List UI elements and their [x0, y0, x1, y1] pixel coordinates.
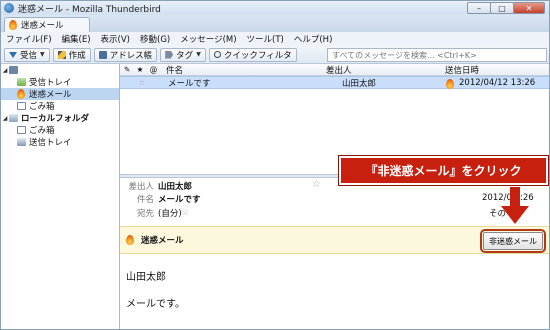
folder-label: 迷惑メール	[29, 90, 72, 100]
folder-local[interactable]: ◢ ローカルフォルダ	[1, 112, 119, 124]
folder-inbox[interactable]: 受信トレイ	[1, 76, 119, 88]
menu-go[interactable]: 移動(G)	[140, 33, 170, 45]
star-icon[interactable]: ☆	[182, 208, 190, 218]
folder-label: ごみ箱	[29, 126, 55, 136]
to-value[interactable]: (自分)	[158, 207, 182, 219]
folder-account[interactable]: ◢	[1, 64, 119, 76]
filter-search-icon	[213, 51, 221, 58]
maximize-button[interactable]: □	[490, 2, 514, 14]
trash-icon	[17, 102, 26, 110]
junk-flame-icon	[9, 20, 17, 30]
subject-label: 件名	[136, 195, 154, 205]
column-from[interactable]: 差出人	[326, 64, 352, 76]
menu-help[interactable]: ヘルプ(H)	[294, 33, 333, 45]
compose-button[interactable]: 作成	[52, 47, 91, 62]
chevron-down-icon: ▼	[196, 51, 201, 58]
menu-message[interactable]: メッセージ(M)	[180, 33, 236, 45]
subject-value: メールです	[158, 195, 201, 205]
junk-flame-icon	[126, 235, 134, 245]
inbox-icon	[17, 78, 26, 86]
header-date: 2012/0 3:26	[482, 193, 534, 203]
tag-button[interactable]: タグ ▼	[160, 47, 206, 62]
row-date: 2012/04/12 13:26	[459, 77, 536, 88]
receive-label: 受信	[20, 50, 38, 61]
menu-bar: ファイル(F) 編集(E) 表示(V) 移動(G) メッセージ(M) ツール(T…	[1, 32, 549, 46]
not-junk-button[interactable]: 非迷惑メール	[480, 229, 546, 253]
window-title: 迷惑メール - Mozilla Thunderbird	[18, 4, 161, 15]
collapse-triangle-icon[interactable]: ◢	[1, 67, 9, 74]
tab-bar: 迷惑メール	[1, 15, 549, 32]
folder-local-trash[interactable]: ごみ箱	[1, 124, 119, 136]
tab-junk[interactable]: 迷惑メール	[4, 17, 90, 32]
trash-icon	[17, 126, 26, 134]
compose-label: 作成	[68, 50, 86, 61]
close-button[interactable]: ✕	[513, 2, 545, 14]
body-line: 山田太郎	[126, 272, 166, 283]
main-toolbar: 受信 ▼ 作成 アドレス帳 タグ ▼ クイックフィルタ	[1, 46, 549, 64]
column-subject[interactable]: 件名	[166, 64, 183, 76]
folder-junk[interactable]: 迷惑メール	[1, 88, 119, 100]
arrow-down-icon	[501, 206, 529, 224]
header-to-row: 宛先 (自分) ☆	[120, 207, 189, 219]
quickfilter-label: クイックフィルタ	[223, 50, 292, 61]
column-icons[interactable]: ✎ ★ @	[124, 65, 159, 74]
star-icon[interactable]: ☆	[138, 78, 145, 87]
app-window: 迷惑メール - Mozilla Thunderbird – □ ✕ 迷惑メール …	[0, 0, 550, 330]
star-icon[interactable]: ☆	[312, 179, 321, 190]
folder-label: 受信トレイ	[29, 78, 72, 88]
to-label: 宛先	[136, 209, 154, 219]
account-icon	[9, 66, 18, 74]
tag-label: タグ	[176, 50, 194, 61]
quickfilter-button[interactable]: クイックフィルタ	[208, 47, 297, 62]
header-from-row: 差出人 山田太郎	[120, 180, 192, 192]
message-header: 差出人 山田太郎 ☆ 件名 メールです 2012/0 3:26 宛先 (自分) …	[120, 178, 549, 226]
callout-arrow-shaft	[510, 187, 520, 207]
menu-tools[interactable]: ツール(T)	[247, 33, 284, 45]
chevron-down-icon[interactable]: ▼	[40, 51, 45, 58]
junk-flame-icon[interactable]	[446, 79, 454, 89]
body-line: メールです。	[126, 299, 185, 310]
tab-label: 迷惑メール	[21, 21, 64, 31]
outbox-icon	[17, 138, 26, 146]
from-value[interactable]: 山田太郎	[158, 180, 192, 192]
menu-edit[interactable]: 編集(E)	[62, 33, 91, 45]
menu-view[interactable]: 表示(V)	[101, 33, 130, 45]
row-subject: メールです	[168, 78, 211, 89]
header-subject-row: 件名 メールです	[120, 193, 201, 205]
search-input[interactable]	[327, 48, 547, 62]
menu-file[interactable]: ファイル(F)	[6, 33, 52, 45]
folder-outbox[interactable]: 送信トレイ	[1, 136, 119, 148]
folder-label: ローカルフォルダ	[21, 114, 90, 124]
minimize-button[interactable]: –	[467, 2, 491, 14]
folder-pane: ◢ 受信トレイ 迷惑メール ごみ箱 ◢ ローカルフォルダ ごみ箱 送信トレイ	[1, 64, 120, 329]
tag-icon	[165, 50, 174, 59]
column-date[interactable]: 送信日時	[445, 64, 479, 76]
collapse-triangle-icon[interactable]: ◢	[1, 115, 9, 122]
from-label: 差出人	[128, 182, 154, 192]
instruction-callout: 『非迷惑メール』をクリック	[339, 156, 548, 185]
pencil-icon	[57, 50, 66, 59]
junk-notification-bar: 迷惑メール 非迷惑メール	[120, 226, 549, 254]
window-controls: – □ ✕	[467, 2, 545, 14]
message-body: 山田太郎 メールです。	[120, 254, 549, 329]
addressbook-button[interactable]: アドレス帳	[93, 47, 158, 62]
folder-label: 送信トレイ	[29, 138, 72, 148]
folder-trash[interactable]: ごみ箱	[1, 100, 119, 112]
local-folder-icon	[9, 114, 18, 122]
row-from: 山田太郎	[342, 78, 377, 89]
receive-button[interactable]: 受信 ▼	[4, 47, 50, 62]
addressbook-icon	[98, 50, 107, 59]
junk-bar-text: 迷惑メール	[141, 236, 184, 246]
addressbook-label: アドレス帳	[109, 50, 153, 61]
thunderbird-icon	[4, 3, 14, 13]
table-row[interactable]: ☆ メールです 山田太郎 2012/04/12 13:26	[120, 76, 549, 89]
junk-flame-icon	[17, 89, 25, 99]
title-bar: 迷惑メール - Mozilla Thunderbird – □ ✕	[1, 1, 549, 15]
thread-header: ✎ ★ @ 件名 差出人 送信日時	[120, 64, 549, 76]
folder-label: ごみ箱	[29, 102, 55, 112]
download-icon	[9, 51, 17, 58]
